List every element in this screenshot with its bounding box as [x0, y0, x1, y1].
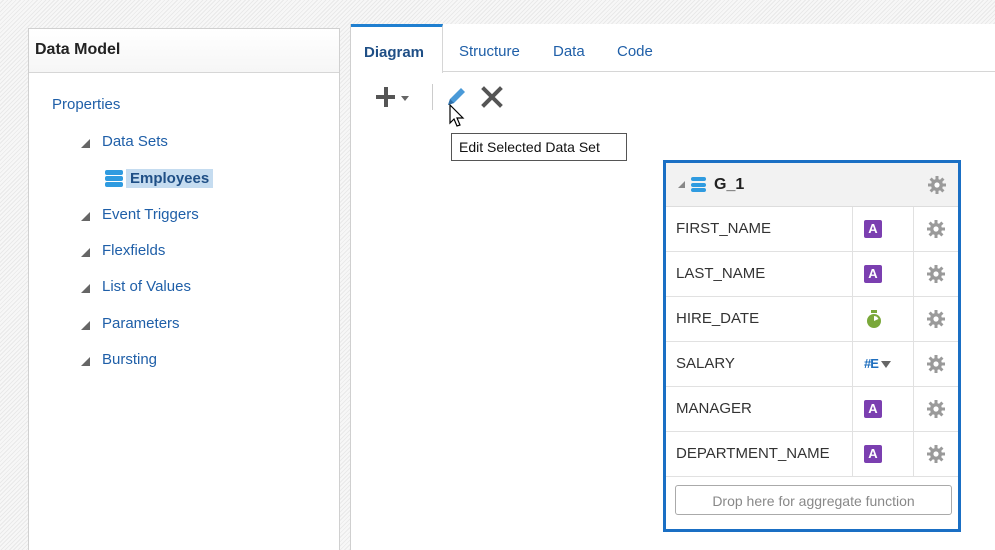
gear-icon[interactable]	[926, 399, 946, 419]
column-name: LAST_NAME	[666, 252, 853, 296]
dataset-icon	[691, 177, 706, 192]
column-type	[853, 297, 914, 341]
tree-item-bursting[interactable]: Bursting	[81, 348, 157, 370]
column-name: SALARY	[666, 342, 853, 386]
gear-icon[interactable]	[927, 175, 947, 195]
column-type: A	[853, 387, 914, 431]
chevron-down-icon	[401, 96, 409, 101]
text-type-icon: A	[864, 445, 882, 463]
gear-icon[interactable]	[926, 264, 946, 284]
gear-icon[interactable]	[926, 444, 946, 464]
tree-item-label: Data Sets	[102, 132, 168, 150]
tree-item-label: Employees	[126, 169, 214, 188]
properties-link[interactable]: Properties	[52, 96, 120, 113]
text-type-icon: A	[864, 220, 882, 238]
data-model-panel: Data Model Properties Data Sets Employee…	[28, 28, 340, 550]
collapse-arrow-icon[interactable]	[678, 181, 685, 188]
panel-title: Data Model	[29, 29, 339, 73]
tree-item-flexfields[interactable]: Flexfields	[81, 239, 165, 261]
column-name: HIRE_DATE	[666, 297, 853, 341]
tree-item-employees[interactable]: Employees	[105, 168, 214, 189]
expand-arrow-icon[interactable]	[81, 138, 90, 148]
tab-bar: Diagram Structure Data Code	[351, 24, 995, 73]
column-row[interactable]: HIRE_DATE	[666, 297, 958, 342]
tree-item-label: Parameters	[102, 314, 180, 332]
group-header[interactable]: G_1	[666, 163, 958, 207]
group-box[interactable]: G_1 FIRST_NAME A LAST_NAME A HIRE_DATE S…	[663, 160, 961, 532]
delete-data-set-button[interactable]	[479, 84, 505, 110]
tree-item-label: Event Triggers	[102, 205, 199, 223]
gear-icon[interactable]	[926, 309, 946, 329]
gear-icon[interactable]	[926, 219, 946, 239]
chevron-down-icon	[880, 361, 891, 369]
number-type-icon[interactable]: #E	[864, 356, 891, 371]
column-row[interactable]: DEPARTMENT_NAME A	[666, 432, 958, 477]
tree-item-event-triggers[interactable]: Event Triggers	[81, 203, 199, 225]
expand-arrow-icon[interactable]	[81, 356, 90, 366]
close-icon	[481, 86, 503, 108]
expand-arrow-icon[interactable]	[81, 283, 90, 293]
column-row[interactable]: MANAGER A	[666, 387, 958, 432]
tree-item-label: Bursting	[102, 350, 158, 368]
tab-data[interactable]: Data	[553, 43, 585, 60]
gear-icon[interactable]	[926, 354, 946, 374]
tooltip: Edit Selected Data Set	[451, 133, 627, 161]
tree-item-data-sets[interactable]: Data Sets	[81, 130, 168, 152]
expand-arrow-icon[interactable]	[81, 247, 90, 257]
tab-structure[interactable]: Structure	[459, 43, 520, 60]
date-type-icon	[867, 310, 881, 328]
column-type[interactable]: #E	[853, 342, 914, 386]
tree-item-parameters[interactable]: Parameters	[81, 312, 180, 334]
tab-code[interactable]: Code	[617, 43, 653, 60]
column-row[interactable]: SALARY #E	[666, 342, 958, 387]
diagram-panel: Diagram Structure Data Code Edit Selecte…	[350, 24, 995, 550]
toolbar-separator	[432, 84, 433, 110]
expand-arrow-icon[interactable]	[81, 320, 90, 330]
tree-item-label: Flexfields	[102, 241, 166, 259]
column-row[interactable]: FIRST_NAME A	[666, 207, 958, 252]
expand-arrow-icon[interactable]	[81, 211, 90, 221]
group-title: G_1	[714, 175, 745, 193]
tree-item-list-of-values[interactable]: List of Values	[81, 275, 191, 297]
column-name: DEPARTMENT_NAME	[666, 432, 853, 476]
column-row[interactable]: LAST_NAME A	[666, 252, 958, 297]
text-type-icon: A	[864, 265, 882, 283]
column-type: A	[853, 207, 914, 251]
add-data-set-button[interactable]	[375, 82, 415, 110]
mouse-pointer-icon	[449, 104, 465, 127]
dataset-icon	[105, 170, 123, 187]
tree-item-label: List of Values	[102, 277, 191, 295]
aggregate-drop-zone[interactable]: Drop here for aggregate function	[675, 485, 952, 515]
column-type: A	[853, 252, 914, 296]
tab-diagram[interactable]: Diagram	[351, 24, 443, 73]
column-name: FIRST_NAME	[666, 207, 853, 251]
column-type: A	[853, 432, 914, 476]
column-name: MANAGER	[666, 387, 853, 431]
text-type-icon: A	[864, 400, 882, 418]
